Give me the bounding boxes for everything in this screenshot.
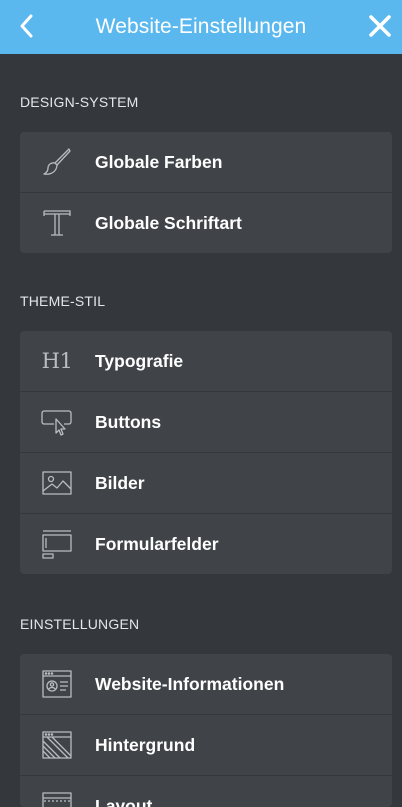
- site-info-icon: [40, 668, 74, 700]
- menu-item-label: Formularfelder: [95, 533, 219, 554]
- back-button[interactable]: [12, 11, 42, 41]
- menu-item-label: Globale Schriftart: [95, 212, 242, 233]
- section-theme-stil: H1 Typografie Buttons Bilder Formularfel…: [20, 331, 392, 574]
- menu-item-label: Bilder: [95, 472, 145, 493]
- menu-item-hintergrund[interactable]: Hintergrund: [20, 715, 392, 776]
- close-icon: [369, 15, 391, 37]
- section-einstellungen: Website-Informationen Hintergrund Layout: [20, 654, 392, 807]
- paintbrush-icon: [40, 146, 74, 178]
- menu-item-label: Buttons: [95, 411, 162, 432]
- menu-item-label: Globale Farben: [95, 151, 223, 172]
- header-bar: Website-Einstellungen: [0, 0, 402, 54]
- section-label-theme-stil: THEME-STIL: [20, 293, 106, 309]
- button-cursor-icon: [40, 406, 74, 438]
- background-icon: [40, 729, 74, 761]
- menu-item-typografie[interactable]: H1 Typografie: [20, 331, 392, 392]
- menu-item-formularfelder[interactable]: Formularfelder: [20, 514, 392, 574]
- menu-item-website-informationen[interactable]: Website-Informationen: [20, 654, 392, 715]
- section-label-design-system: DESIGN-SYSTEM: [20, 94, 139, 110]
- page-title: Website-Einstellungen: [95, 15, 307, 38]
- layout-icon: [40, 790, 74, 807]
- section-label-einstellungen: EINSTELLUNGEN: [20, 616, 140, 632]
- form-field-icon: [40, 528, 74, 560]
- close-button[interactable]: [364, 10, 396, 42]
- section-design-system: Globale Farben Globale Schriftart: [20, 132, 392, 253]
- font-t-icon: [40, 207, 74, 239]
- heading-h1-icon: H1: [41, 349, 73, 373]
- menu-item-label: Typografie: [95, 350, 184, 371]
- menu-item-label: Website-Informationen: [95, 673, 285, 694]
- image-icon: [40, 467, 74, 499]
- menu-item-globale-farben[interactable]: Globale Farben: [20, 132, 392, 193]
- menu-item-layout[interactable]: Layout: [20, 776, 392, 807]
- menu-item-buttons[interactable]: Buttons: [20, 392, 392, 453]
- menu-item-globale-schriftart[interactable]: Globale Schriftart: [20, 193, 392, 253]
- menu-item-label: Hintergrund: [95, 734, 196, 755]
- chevron-left-icon: [20, 14, 33, 38]
- menu-item-bilder[interactable]: Bilder: [20, 453, 392, 514]
- menu-item-label: Layout: [95, 795, 153, 807]
